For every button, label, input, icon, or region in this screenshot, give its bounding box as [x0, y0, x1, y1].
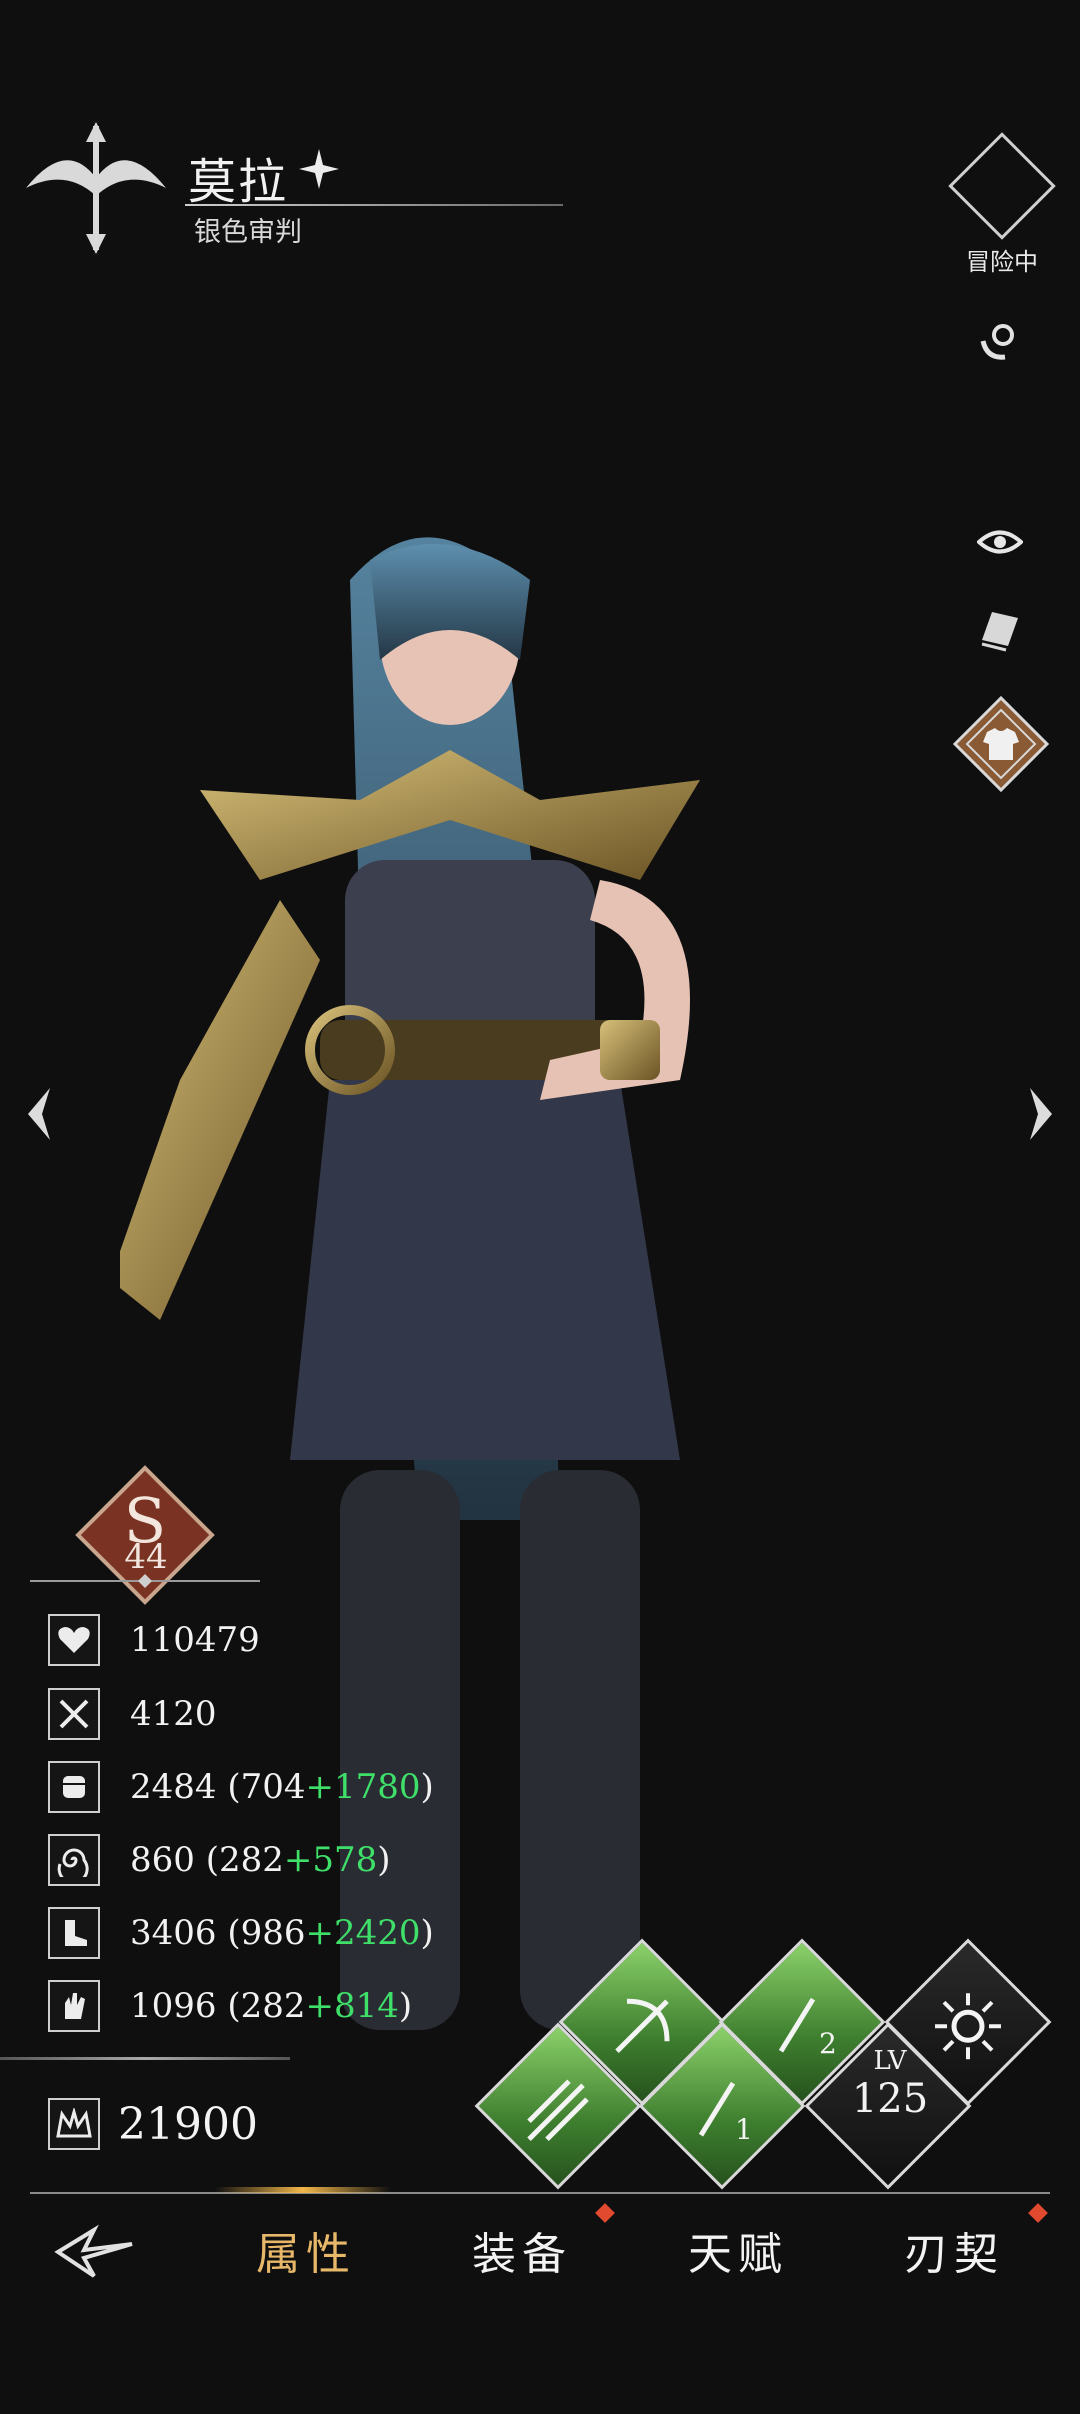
- stat-value: 4120: [130, 1694, 217, 1734]
- next-character-arrow-icon[interactable]: [1020, 1084, 1060, 1144]
- status-label: 冒险中: [966, 248, 1038, 276]
- stat-row-hp: 110479: [48, 1610, 448, 1670]
- outfit-button[interactable]: [951, 694, 1051, 794]
- character-title: 银色审判: [194, 217, 302, 248]
- eye-icon: [977, 530, 1023, 554]
- character-model: [120, 537, 700, 2030]
- tab-talent[interactable]: 天赋: [688, 2218, 788, 2282]
- stat-value: 2484 (704+1780): [130, 1767, 434, 1807]
- bow-class-emblem-icon: [26, 122, 166, 254]
- swirl-icon: [48, 1834, 100, 1886]
- level-label: LV: [873, 2046, 907, 2076]
- character-name: 莫拉: [188, 154, 289, 210]
- fist-icon: [48, 1761, 100, 1813]
- multishot-arrows-icon: [499, 2051, 617, 2169]
- name-underline: [185, 204, 563, 206]
- rank-divider: [30, 1574, 260, 1588]
- crossed-swords-icon: [48, 1688, 100, 1740]
- bottom-nav: 属性 装备 天赋 刃契: [0, 2198, 1080, 2308]
- level-value: 125: [851, 2076, 929, 2122]
- star-rank-icon: [299, 149, 339, 189]
- book-icon: [981, 612, 1018, 652]
- pacifier-button[interactable]: [968, 312, 1028, 372]
- rank-level: 44: [124, 1537, 168, 1577]
- adventure-status-button[interactable]: 冒险中: [948, 132, 1056, 276]
- back-button[interactable]: [54, 2222, 136, 2282]
- hand-icon: [48, 1980, 100, 2032]
- knight-helmet-icon: [948, 132, 1056, 240]
- shirt-icon: [952, 695, 1050, 793]
- tab-attributes[interactable]: 属性: [256, 2218, 356, 2282]
- stat-row-magic: 860 (282+578): [48, 1830, 448, 1890]
- tab-equipment[interactable]: 装备: [472, 2218, 572, 2282]
- heart-icon: [48, 1614, 100, 1666]
- stat-row-spirit: 1096 (282+814): [48, 1976, 448, 2036]
- notes-button[interactable]: [970, 600, 1030, 660]
- skill-slot-2-number: 2: [819, 2027, 837, 2060]
- stats-divider: [0, 2057, 290, 2060]
- equipment-notification-dot: [595, 2203, 615, 2223]
- stat-value: 1096 (282+814): [130, 1986, 413, 2026]
- stat-value: 3406 (986+2420): [130, 1913, 434, 1953]
- pacifier-icon: [980, 324, 1014, 360]
- previous-character-arrow-icon[interactable]: [20, 1084, 60, 1144]
- active-tab-indicator: [215, 2187, 391, 2193]
- power-row: 21900: [48, 2098, 258, 2150]
- arrow-skill-1-icon: 1: [663, 2051, 781, 2169]
- stat-value: 860 (282+578): [130, 1840, 391, 1880]
- crown-power-icon: [48, 2098, 100, 2150]
- stat-row-agility: 3406 (986+2420): [48, 1903, 448, 1963]
- nav-divider: [30, 2192, 1050, 2194]
- stat-row-attack: 4120: [48, 1684, 448, 1744]
- stat-value: 110479: [130, 1620, 260, 1660]
- boot-icon: [48, 1907, 100, 1959]
- blade-pact-notification-dot: [1028, 2203, 1048, 2223]
- stat-row-strength: 2484 (704+1780): [48, 1757, 448, 1817]
- tab-blade-pact[interactable]: 刃契: [904, 2218, 1004, 2282]
- view-toggle-button[interactable]: [970, 512, 1030, 572]
- skill-slot-1-number: 1: [735, 2113, 753, 2145]
- combat-power-value: 21900: [118, 2098, 258, 2150]
